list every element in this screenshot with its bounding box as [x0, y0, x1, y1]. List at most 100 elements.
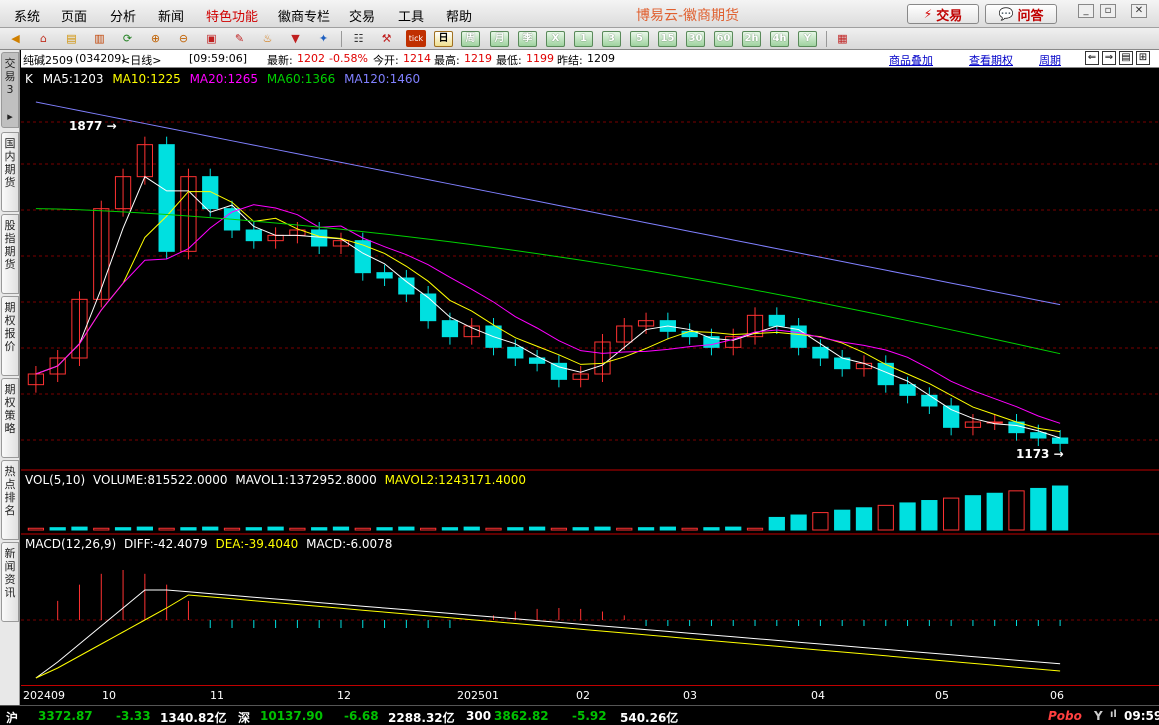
- quote-list-icon[interactable]: ▤: [63, 30, 80, 47]
- date-tick: 10: [102, 689, 116, 702]
- period-15min[interactable]: 15: [658, 31, 677, 47]
- period-week[interactable]: 周: [461, 31, 480, 47]
- volume-bar: [1030, 487, 1047, 531]
- period-5min[interactable]: 5: [630, 31, 649, 47]
- table-icon[interactable]: ☷: [350, 30, 367, 47]
- zoom-out-icon[interactable]: ⊖: [175, 30, 192, 47]
- volume-bar: [659, 526, 676, 531]
- menu-news[interactable]: 新闻: [158, 6, 184, 25]
- volume-bar: [768, 516, 785, 531]
- period-1min[interactable]: 1: [574, 31, 593, 47]
- new-icon[interactable]: ✦: [315, 30, 332, 47]
- filter-icon[interactable]: ▼: [287, 30, 304, 47]
- dea-line: [35, 594, 1061, 679]
- period-30min[interactable]: 30: [686, 31, 705, 47]
- volume-bar: [180, 527, 197, 531]
- volume-bar: [93, 527, 110, 531]
- indicator-icon[interactable]: ♨: [259, 30, 276, 47]
- menu-help[interactable]: 帮助: [446, 6, 472, 25]
- chart-icon[interactable]: ▥: [91, 30, 108, 47]
- expand-arrow-icon: ▸: [7, 110, 13, 123]
- date-tick: 06: [1050, 689, 1064, 702]
- trade-button[interactable]: ⚡ 交易: [907, 4, 979, 24]
- ma-legend: K MA5:1203 MA10:1225 MA20:1265 MA60:1366…: [25, 72, 420, 86]
- volume-bar: [398, 526, 415, 531]
- chart-panel[interactable]: 纯碱2509 (034209) <日线> [09:59:06] 最新: 1202…: [21, 50, 1159, 705]
- volume-bar: [725, 526, 742, 531]
- draw-pen-icon[interactable]: ✎: [231, 30, 248, 47]
- period-4h[interactable]: 4h: [770, 31, 789, 47]
- candle-body: [158, 144, 175, 252]
- tab-hot-ranking[interactable]: 热点排名: [1, 460, 19, 540]
- vol-legend: VOL(5,10) VOLUME:815522.0000 MAVOL1:1372…: [25, 473, 526, 487]
- volume-bar: [986, 492, 1003, 531]
- menu-system[interactable]: 系统: [14, 6, 40, 25]
- kline-chart-svg[interactable]: [21, 50, 1159, 685]
- calculator-icon[interactable]: ▦: [834, 30, 851, 47]
- period-2h[interactable]: 2h: [742, 31, 761, 47]
- menu-huishang-column[interactable]: 徽商专栏: [278, 6, 330, 25]
- tick-button[interactable]: tick: [406, 30, 426, 47]
- back-arrow-icon[interactable]: ◀: [7, 30, 24, 47]
- period-3min[interactable]: 3: [602, 31, 621, 47]
- close-icon[interactable]: ✕: [1131, 4, 1147, 18]
- date-tick: 202409: [23, 689, 65, 702]
- date-tick: 12: [337, 689, 351, 702]
- menu-special-features[interactable]: 特色功能: [206, 6, 258, 25]
- menu-bar: 系统 页面 分析 新闻 特色功能 徽商专栏 交易 工具 帮助 博易云-徽商期货 …: [0, 0, 1159, 28]
- volume-bar: [136, 526, 153, 531]
- restore-icon[interactable]: ▫: [1100, 4, 1116, 18]
- zoom-in-icon[interactable]: ⊕: [147, 30, 164, 47]
- period-x[interactable]: X: [546, 31, 565, 47]
- csi300-label: 300: [466, 709, 492, 723]
- period-year[interactable]: Y: [798, 31, 817, 47]
- sh-index-change: -3.33: [116, 709, 151, 723]
- volume-value: VOLUME:815522.0000: [93, 473, 228, 487]
- candle-body: [1051, 437, 1069, 444]
- period-low-value: 1173: [1016, 447, 1050, 461]
- period-quarter[interactable]: 季: [518, 31, 537, 47]
- menu-page[interactable]: 页面: [61, 6, 87, 25]
- candle-body: [1030, 432, 1047, 439]
- tab-trade-quote[interactable]: 交易 3 ▸: [1, 52, 19, 128]
- ma60-value: MA60:1366: [266, 72, 336, 86]
- menu-analysis[interactable]: 分析: [110, 6, 136, 25]
- volume-bar: [289, 527, 306, 531]
- tab-option-quote[interactable]: 期权报价: [1, 296, 19, 376]
- status-bar: 沪 3372.87 -3.33 1340.82亿 深 10137.90 -6.6…: [0, 705, 1159, 725]
- tab-index-futures[interactable]: 股指期货: [1, 214, 19, 294]
- tab-index-futures-label: 股指期货: [4, 219, 16, 271]
- macd-title: MACD(12,26,9): [25, 537, 117, 551]
- tab-news[interactable]: 新闻资讯: [1, 542, 19, 622]
- candle-body: [768, 314, 785, 327]
- analysis-icon[interactable]: ⚒: [378, 30, 395, 47]
- tab-domestic-futures[interactable]: 国内期货: [1, 132, 19, 212]
- volume-bar: [964, 495, 982, 531]
- volume-bar: [528, 526, 546, 531]
- date-tick: 202501: [457, 689, 499, 702]
- volume-bar: [681, 527, 698, 531]
- volume-bar: [311, 527, 328, 531]
- period-60min[interactable]: 60: [714, 31, 733, 47]
- tab-trade-quote-num: 3: [6, 83, 14, 96]
- volume-bar: [441, 527, 459, 531]
- period-day[interactable]: 日: [434, 31, 453, 47]
- home-icon[interactable]: ⌂: [35, 30, 52, 47]
- macd-value: MACD:-6.0078: [306, 537, 393, 551]
- minimize-icon[interactable]: _: [1078, 4, 1094, 18]
- period-month[interactable]: 月: [490, 31, 509, 47]
- menu-trade[interactable]: 交易: [349, 6, 375, 25]
- left-tab-bar: 交易 3 ▸ 国内期货 股指期货 期权报价 期权策略 热点排名 新闻资讯: [0, 50, 20, 705]
- tab-option-strategy[interactable]: 期权策略: [1, 378, 19, 458]
- csi300-amount: 540.26亿: [620, 711, 679, 725]
- qa-button[interactable]: 💬 问答: [985, 4, 1057, 24]
- candle-body: [376, 272, 393, 279]
- date-tick: 11: [210, 689, 224, 702]
- dea-value: DEA:-39.4040: [215, 537, 299, 551]
- window-icon[interactable]: ▣: [203, 30, 220, 47]
- mavol2-value: MAVOL2:1243171.4000: [384, 473, 526, 487]
- menu-tools[interactable]: 工具: [398, 6, 424, 25]
- refresh-icon[interactable]: ⟳: [119, 30, 136, 47]
- volume-bar: [420, 527, 437, 531]
- date-tick: 05: [935, 689, 949, 702]
